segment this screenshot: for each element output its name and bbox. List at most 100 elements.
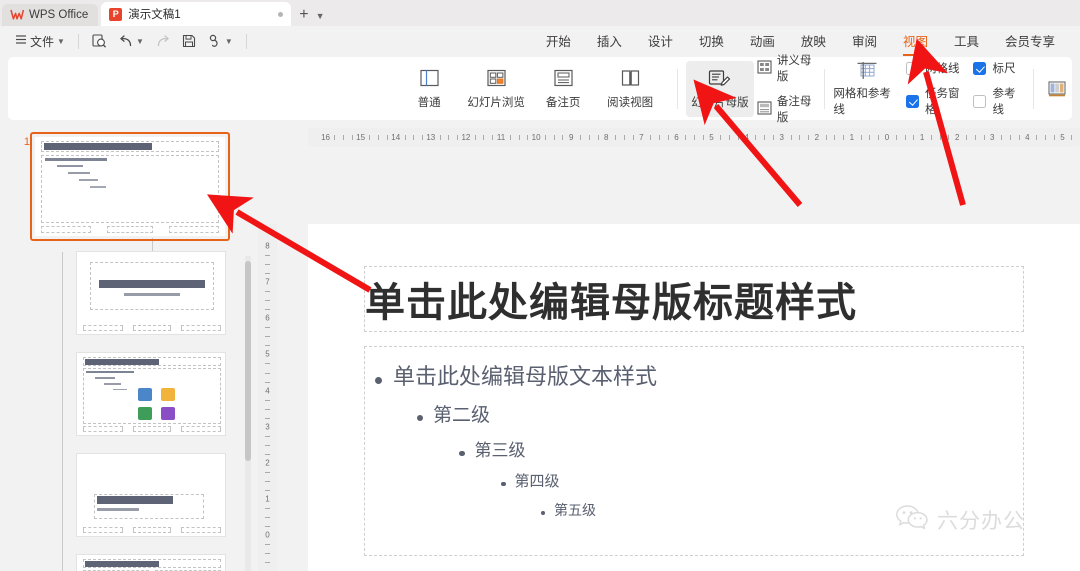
ruler-tick-v: [265, 372, 270, 374]
body-level-2-text: 第二级: [433, 405, 491, 426]
notes-page-button[interactable]: 备注页: [535, 61, 591, 117]
thumbnail-row-3[interactable]: [8, 352, 226, 436]
tab-view[interactable]: 视图: [890, 27, 941, 56]
ruler-mark-v: 8: [265, 241, 270, 251]
slide-editing-area[interactable]: 单击此处编辑母版标题样式 单击此处编辑母版文本样式 第二级 第三级 第四级 第五…: [277, 147, 1080, 571]
reading-view-button[interactable]: 阅读视图: [591, 61, 669, 117]
notes-master-button[interactable]: 备注母版: [754, 92, 817, 126]
slide-master-button[interactable]: 幻灯片母版: [686, 60, 754, 117]
ruler-tick-v: [265, 508, 270, 510]
ruler-tick-h: [632, 135, 634, 140]
checkbox-ruler-box[interactable]: [973, 61, 987, 75]
ruler-mark-h: 7: [639, 133, 644, 142]
thumbnail-4-frame[interactable]: [76, 453, 226, 537]
ruler-tick-h: [553, 135, 555, 140]
slide-sorter-button[interactable]: 幻灯片浏览: [457, 61, 535, 117]
search-document-icon[interactable]: [87, 30, 112, 52]
reading-view-label: 阅读视图: [607, 96, 654, 109]
ruler-mark-h: 1: [919, 133, 925, 142]
new-tab-button[interactable]: +: [299, 7, 308, 23]
horizontal-ruler[interactable]: 16 15 14 13 12 11 10 9 8 7 6 5 4 3 2 1 0 1 2 3 4 5: [308, 128, 1080, 147]
bullet-icon: [375, 377, 382, 384]
ruler-tick-h: [439, 135, 441, 140]
file-menu-button[interactable]: 文件 ▼: [10, 30, 70, 52]
tab-start[interactable]: 开始: [533, 27, 584, 55]
tab-insert[interactable]: 插入: [584, 27, 635, 55]
tab-review[interactable]: 审阅: [839, 27, 890, 55]
ruler-mark-v: 6: [265, 313, 270, 323]
checkbox-gridlines[interactable]: 网格线: [905, 60, 962, 76]
window-tab-strip: WPS Office P 演示文稿1 + ▼: [0, 0, 1080, 26]
body-level-5[interactable]: 第五级: [541, 500, 1023, 520]
ruler-tick-h: [790, 135, 792, 140]
share-link-icon[interactable]: ▼: [203, 30, 238, 52]
slide-sorter-icon: [486, 68, 507, 90]
redo-icon: [151, 30, 175, 52]
ruler-tick-v: [265, 553, 270, 555]
checkbox-ruler[interactable]: 标尺: [973, 60, 1019, 76]
body-placeholder[interactable]: 单击此处编辑母版文本样式 第二级 第三级 第四级 第五级: [364, 346, 1024, 556]
thumbnail-row-5[interactable]: [8, 554, 226, 571]
thumbnail-5-frame[interactable]: [76, 554, 226, 571]
ruler-tick-v: [265, 526, 270, 528]
title-placeholder[interactable]: 单击此处编辑母版标题样式: [364, 266, 1024, 332]
ruler-tick-h: [913, 135, 915, 140]
thumbnail-4-preview: [76, 453, 226, 537]
body-level-2[interactable]: 第二级: [417, 400, 1023, 427]
ruler-tick-h: [930, 135, 932, 140]
grid-and-guides-button[interactable]: 网格和参考线: [833, 61, 900, 117]
thumbnail-row-1[interactable]: 1: [8, 132, 230, 241]
normal-view-button[interactable]: 普通: [401, 61, 457, 117]
ruler-tick-h: [518, 135, 520, 140]
wps-logo-icon: [10, 8, 24, 22]
ruler-mark-h: 8: [604, 133, 609, 142]
normal-view-icon: [419, 68, 440, 90]
app-home-chip[interactable]: WPS Office: [2, 4, 99, 26]
color-palette-button[interactable]: [1042, 61, 1072, 117]
more-chevron-icon[interactable]: ▼: [225, 37, 233, 46]
thumbnail-2-frame[interactable]: [76, 251, 226, 335]
body-level-4[interactable]: 第四级: [501, 470, 1023, 491]
ruler-tick-v: [265, 417, 270, 419]
ruler-tick-h: [334, 135, 336, 140]
ruler-tick-v: [265, 264, 270, 266]
ruler-mark-v: 2: [265, 458, 270, 468]
ruler-mark-v: 5: [265, 349, 270, 359]
thumbnail-1-selected-frame[interactable]: [30, 132, 230, 241]
ruler-mark-h: 11: [496, 133, 506, 142]
slide-thumbnail-panel[interactable]: 1: [0, 128, 258, 571]
thumbnail-row-4[interactable]: [8, 453, 226, 537]
ruler-mark-h: 10: [531, 133, 541, 142]
ruler-tick-h: [772, 135, 774, 140]
tab-tools[interactable]: 工具: [941, 27, 992, 55]
tab-transition[interactable]: 切换: [686, 27, 737, 55]
chevron-down-icon[interactable]: ▼: [316, 11, 325, 21]
undo-chevron-icon[interactable]: ▼: [136, 37, 144, 46]
document-tab[interactable]: P 演示文稿1: [101, 2, 292, 26]
checkbox-task-pane[interactable]: 任务窗格: [905, 85, 962, 117]
ruler-mark-h: 15: [356, 133, 366, 142]
thumbnail-number-2: [8, 251, 30, 255]
checkbox-task-pane-box[interactable]: [905, 94, 919, 108]
body-level-1[interactable]: 单击此处编辑母版文本样式: [375, 359, 1023, 391]
thumbnail-row-2[interactable]: [8, 251, 226, 335]
checkbox-guides[interactable]: 参考线: [973, 85, 1019, 117]
checkbox-guides-box[interactable]: [973, 94, 987, 108]
notes-master-icon: [757, 100, 772, 118]
ruler-tick-h: [1001, 135, 1003, 140]
slide-canvas[interactable]: 单击此处编辑母版标题样式 单击此处编辑母版文本样式 第二级 第三级 第四级 第五…: [308, 224, 1080, 571]
thumbnail-scrollbar-thumb[interactable]: [245, 261, 251, 461]
ribbon-group-overflow: [1042, 57, 1072, 120]
thumbnail-3-frame[interactable]: [76, 352, 226, 436]
ruler-tick-h: [413, 135, 415, 140]
tab-design[interactable]: 设计: [635, 27, 686, 55]
body-level-3[interactable]: 第三级: [459, 436, 1023, 461]
vertical-ruler[interactable]: 8 7 6 5 4 3 2 1 0: [258, 224, 277, 571]
thumbnail-number-5: [8, 554, 30, 558]
slide-master-label: 幻灯片母版: [691, 96, 749, 109]
handout-master-button[interactable]: 讲义母版: [754, 51, 817, 85]
tab-member-exclusive[interactable]: 会员专享: [992, 27, 1068, 55]
checkbox-gridlines-box[interactable]: [905, 61, 919, 75]
undo-icon[interactable]: ▼: [114, 30, 149, 52]
save-icon[interactable]: [177, 30, 201, 52]
